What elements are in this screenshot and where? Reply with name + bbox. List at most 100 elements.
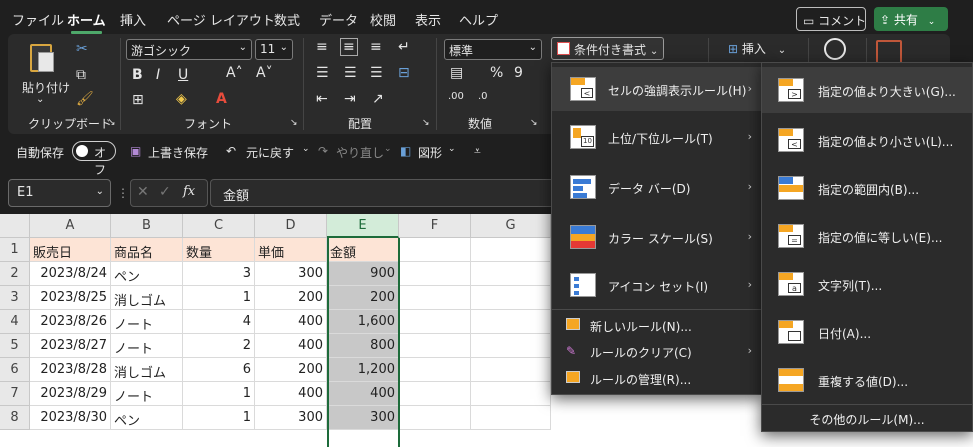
align-middle-icon[interactable]: ≡ bbox=[340, 38, 358, 56]
menu-item-equal-to[interactable]: = 指定の値に等しい(E)... bbox=[762, 213, 972, 259]
cell[interactable]: 2023/8/28 bbox=[30, 358, 111, 382]
cell[interactable]: 1 bbox=[183, 286, 255, 310]
bold-icon[interactable]: B bbox=[132, 68, 143, 82]
menu-item-manage-rules[interactable]: ルールの管理(R)... bbox=[552, 366, 762, 392]
cell[interactable] bbox=[399, 310, 471, 334]
cell[interactable]: ノート bbox=[111, 310, 183, 334]
tab-file[interactable]: ファイル bbox=[12, 10, 64, 29]
cell[interactable]: 200 bbox=[255, 358, 327, 382]
cancel-icon[interactable]: ✕ bbox=[137, 184, 149, 200]
tab-review[interactable]: 校閲 bbox=[370, 10, 396, 29]
cell[interactable] bbox=[471, 286, 551, 310]
cell[interactable]: 2023/8/30 bbox=[30, 406, 111, 430]
cell[interactable]: 消しゴム bbox=[111, 358, 183, 382]
tab-help[interactable]: ヘルプ bbox=[459, 10, 498, 29]
dialog-launcher-icon[interactable]: ↘ bbox=[422, 118, 430, 128]
decrease-decimal-icon[interactable]: .0 bbox=[478, 92, 488, 102]
dialog-launcher-icon[interactable]: ↘ bbox=[108, 118, 116, 128]
currency-icon[interactable]: ▤ bbox=[450, 66, 463, 80]
percent-icon[interactable]: % bbox=[490, 66, 503, 80]
increase-indent-icon[interactable]: ⇥ bbox=[344, 92, 356, 106]
cell[interactable]: ペン bbox=[111, 262, 183, 286]
cell[interactable]: 2023/8/26 bbox=[30, 310, 111, 334]
menu-item-text-contains[interactable]: a 文字列(T)... bbox=[762, 261, 972, 307]
cell[interactable] bbox=[399, 406, 471, 430]
row-header[interactable]: 7 bbox=[0, 382, 30, 406]
menu-item-duplicates[interactable]: 重複する値(D)... bbox=[762, 357, 972, 403]
border-icon[interactable]: ⊞ bbox=[132, 93, 144, 107]
cell[interactable]: 300 bbox=[327, 406, 399, 430]
cell[interactable] bbox=[471, 382, 551, 406]
cell[interactable]: 300 bbox=[255, 406, 327, 430]
menu-item-highlight-rules[interactable]: < セルの強調表示ルール(H) › bbox=[552, 67, 762, 111]
cell[interactable] bbox=[471, 262, 551, 286]
cell[interactable]: 2023/8/25 bbox=[30, 286, 111, 310]
column-header-b[interactable]: B bbox=[111, 214, 183, 238]
merge-center-icon[interactable]: ⊟ bbox=[398, 66, 410, 80]
cell[interactable] bbox=[399, 358, 471, 382]
cell[interactable] bbox=[399, 238, 471, 262]
cell[interactable]: 1,600 bbox=[327, 310, 399, 334]
cell[interactable] bbox=[399, 382, 471, 406]
chevron-down-icon[interactable]: ⌄ bbox=[36, 94, 44, 105]
cell[interactable]: 2 bbox=[183, 334, 255, 358]
decrease-indent-icon[interactable]: ⇤ bbox=[316, 92, 328, 106]
tab-formulas[interactable]: 数式 bbox=[274, 10, 300, 29]
align-center-icon[interactable]: ☰ bbox=[344, 66, 357, 80]
cell[interactable]: 商品名 bbox=[111, 238, 183, 262]
insert-cells-button[interactable]: ⊞ 挿入 ⌄ bbox=[728, 40, 786, 57]
menu-item-date[interactable]: 日付(A)... bbox=[762, 309, 972, 355]
tab-home[interactable]: ホーム bbox=[67, 10, 106, 34]
cell[interactable]: 300 bbox=[255, 262, 327, 286]
cell[interactable]: 1 bbox=[183, 406, 255, 430]
tab-view[interactable]: 表示 bbox=[415, 10, 441, 29]
align-right-icon[interactable]: ☰ bbox=[370, 66, 383, 80]
paste-button[interactable] bbox=[24, 40, 60, 80]
menu-item-less-than[interactable]: < 指定の値より小さい(L)... bbox=[762, 117, 972, 163]
cell[interactable]: 400 bbox=[255, 382, 327, 406]
chevron-down-icon[interactable]: ⌄ bbox=[384, 144, 392, 154]
cell[interactable]: 単価 bbox=[255, 238, 327, 262]
column-header-f[interactable]: F bbox=[399, 214, 471, 238]
menu-item-color-scales[interactable]: カラー スケール(S) › bbox=[552, 215, 762, 259]
cut-icon[interactable]: ✂ bbox=[76, 42, 88, 56]
cell[interactable] bbox=[471, 238, 551, 262]
cell[interactable]: 6 bbox=[183, 358, 255, 382]
cell[interactable] bbox=[471, 334, 551, 358]
row-header[interactable]: 6 bbox=[0, 358, 30, 382]
cell[interactable]: 1 bbox=[183, 382, 255, 406]
chevron-down-icon[interactable]: ⌄ bbox=[302, 144, 310, 154]
cell[interactable]: 900 bbox=[327, 262, 399, 286]
name-box[interactable]: E1 ⌄ bbox=[8, 179, 111, 207]
dialog-launcher-icon[interactable]: ↘ bbox=[530, 118, 538, 128]
cell[interactable]: ノート bbox=[111, 382, 183, 406]
row-header[interactable]: 1 bbox=[0, 238, 30, 262]
number-format-select[interactable]: 標準 ⌄ bbox=[444, 39, 542, 60]
save-label[interactable]: 上書き保存 bbox=[148, 144, 208, 161]
row-header[interactable]: 4 bbox=[0, 310, 30, 334]
copy-icon[interactable]: ⧉ bbox=[76, 68, 86, 82]
select-all-corner[interactable] bbox=[0, 214, 30, 238]
more-icon[interactable]: ⋮ bbox=[117, 186, 129, 200]
menu-item-greater-than[interactable]: > 指定の値より大きい(G)... bbox=[762, 67, 972, 113]
cell[interactable] bbox=[471, 406, 551, 430]
dialog-launcher-icon[interactable]: ↘ bbox=[290, 118, 298, 128]
row-header[interactable]: 3 bbox=[0, 286, 30, 310]
wrap-text-icon[interactable]: ↵ bbox=[398, 40, 410, 54]
enter-icon[interactable]: ✓ bbox=[159, 184, 171, 200]
redo-icon[interactable]: ↷ bbox=[318, 144, 328, 158]
menu-item-data-bars[interactable]: データ バー(D) › bbox=[552, 165, 762, 209]
underline-icon[interactable]: U bbox=[178, 68, 188, 82]
format-painter-icon[interactable]: 🖌 bbox=[76, 92, 94, 106]
shapes-icon[interactable]: ◧ bbox=[400, 144, 411, 158]
tab-insert[interactable]: 挿入 bbox=[120, 10, 146, 29]
column-header-g[interactable]: G bbox=[471, 214, 551, 238]
shapes-label[interactable]: 図形 bbox=[418, 144, 442, 161]
menu-item-between[interactable]: 指定の範囲内(B)... bbox=[762, 165, 972, 211]
menu-item-new-rule[interactable]: 新しいルール(N)... bbox=[552, 313, 762, 339]
cell[interactable]: ペン bbox=[111, 406, 183, 430]
cell[interactable]: 2023/8/29 bbox=[30, 382, 111, 406]
cell[interactable]: 400 bbox=[255, 334, 327, 358]
undo-label[interactable]: 元に戻す bbox=[246, 144, 294, 161]
cell[interactable]: 数量 bbox=[183, 238, 255, 262]
